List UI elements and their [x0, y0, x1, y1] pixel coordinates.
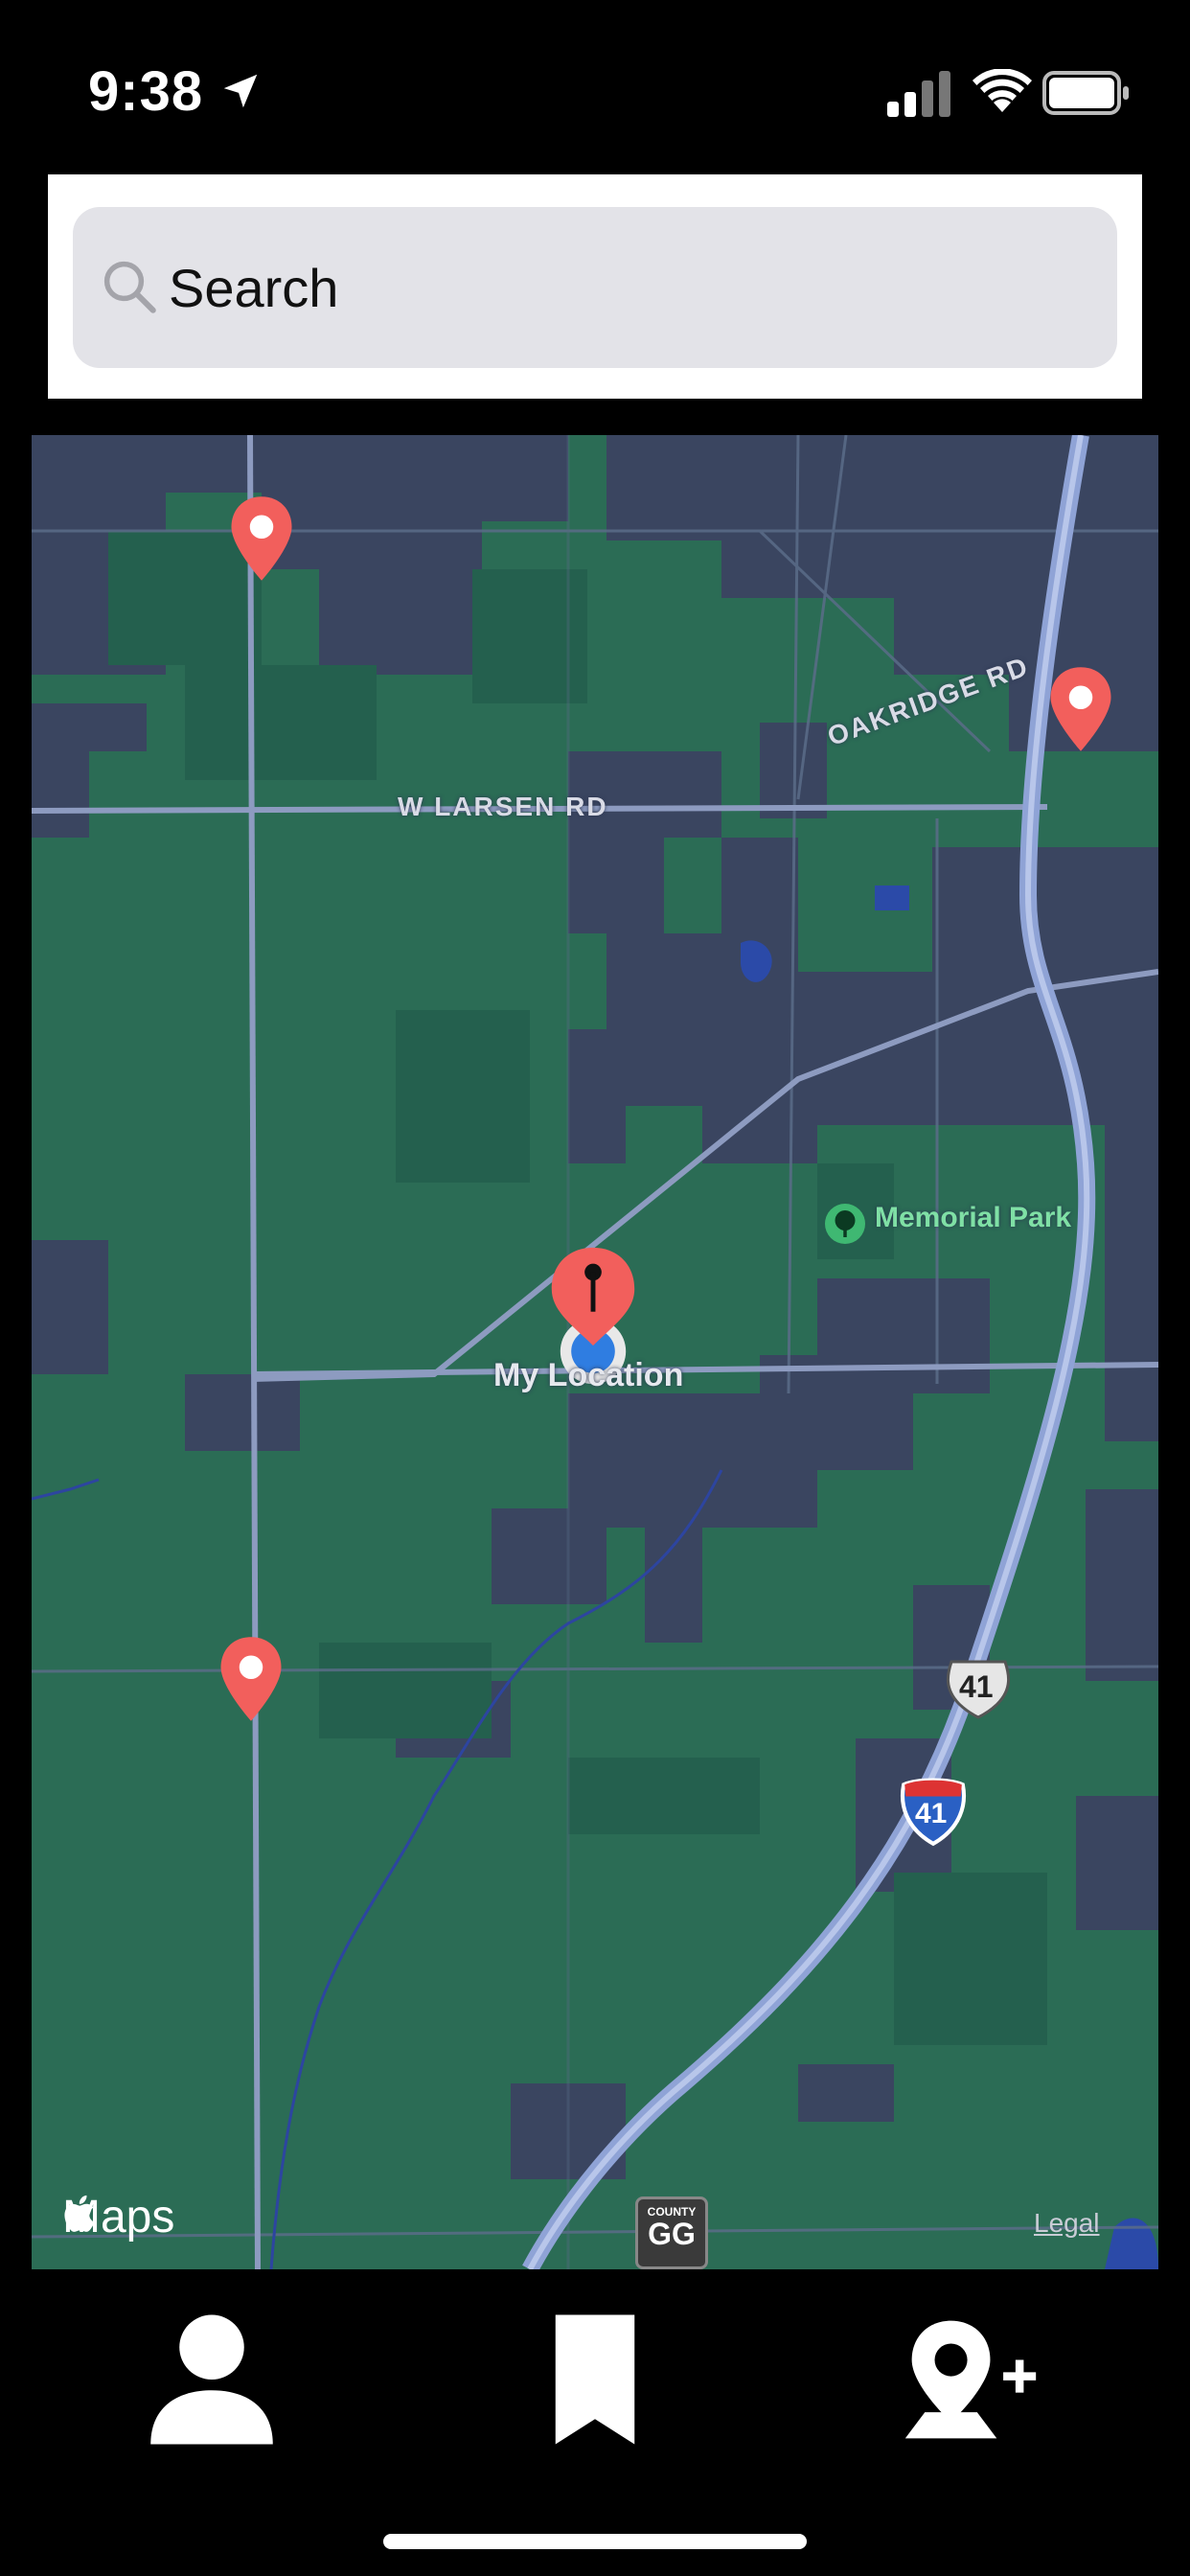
county-road-shield: COUNTY GG [635, 2196, 708, 2269]
bookmark-icon[interactable] [523, 2308, 667, 2451]
apple-logo-icon [64, 2195, 95, 2232]
county-shield-code: GG [648, 2217, 696, 2251]
battery-icon [1042, 71, 1129, 115]
home-indicator[interactable] [383, 2534, 807, 2549]
search-icon [103, 261, 156, 313]
search-input[interactable] [169, 245, 1088, 330]
poi-label-memorial-park[interactable]: Memorial Park [875, 1202, 1071, 1234]
profile-icon[interactable] [140, 2308, 284, 2451]
status-time: 9:38 [88, 60, 204, 123]
interstate-number: 41 [915, 1798, 948, 1829]
search-field[interactable] [73, 207, 1117, 368]
park-tree-icon[interactable] [825, 1204, 865, 1244]
dropped-pin-icon[interactable] [547, 1244, 639, 1349]
legal-link[interactable]: Legal [1034, 2208, 1100, 2239]
wifi-icon [973, 69, 1032, 112]
add-location-icon[interactable] [899, 2308, 1042, 2451]
cellular-signal-icon [887, 71, 950, 117]
road-label-larsen: W LARSEN RD [398, 792, 608, 821]
search-container [48, 174, 1142, 399]
map-pin-marker[interactable] [217, 1633, 285, 1725]
status-bar: 9:38 [0, 0, 1190, 172]
us-route-number: 41 [959, 1669, 994, 1704]
map-view[interactable]: W LARSEN RD OAKRIDGE RD Memorial Park My… [32, 435, 1158, 2269]
tab-bar [0, 2269, 1190, 2461]
my-location-label: My Location [493, 1357, 684, 1393]
map-pin-marker[interactable] [228, 493, 295, 585]
location-arrow-icon [223, 74, 258, 108]
apple-maps-attribution: Maps [62, 2191, 174, 2243]
map-pin-marker[interactable] [1047, 663, 1114, 755]
